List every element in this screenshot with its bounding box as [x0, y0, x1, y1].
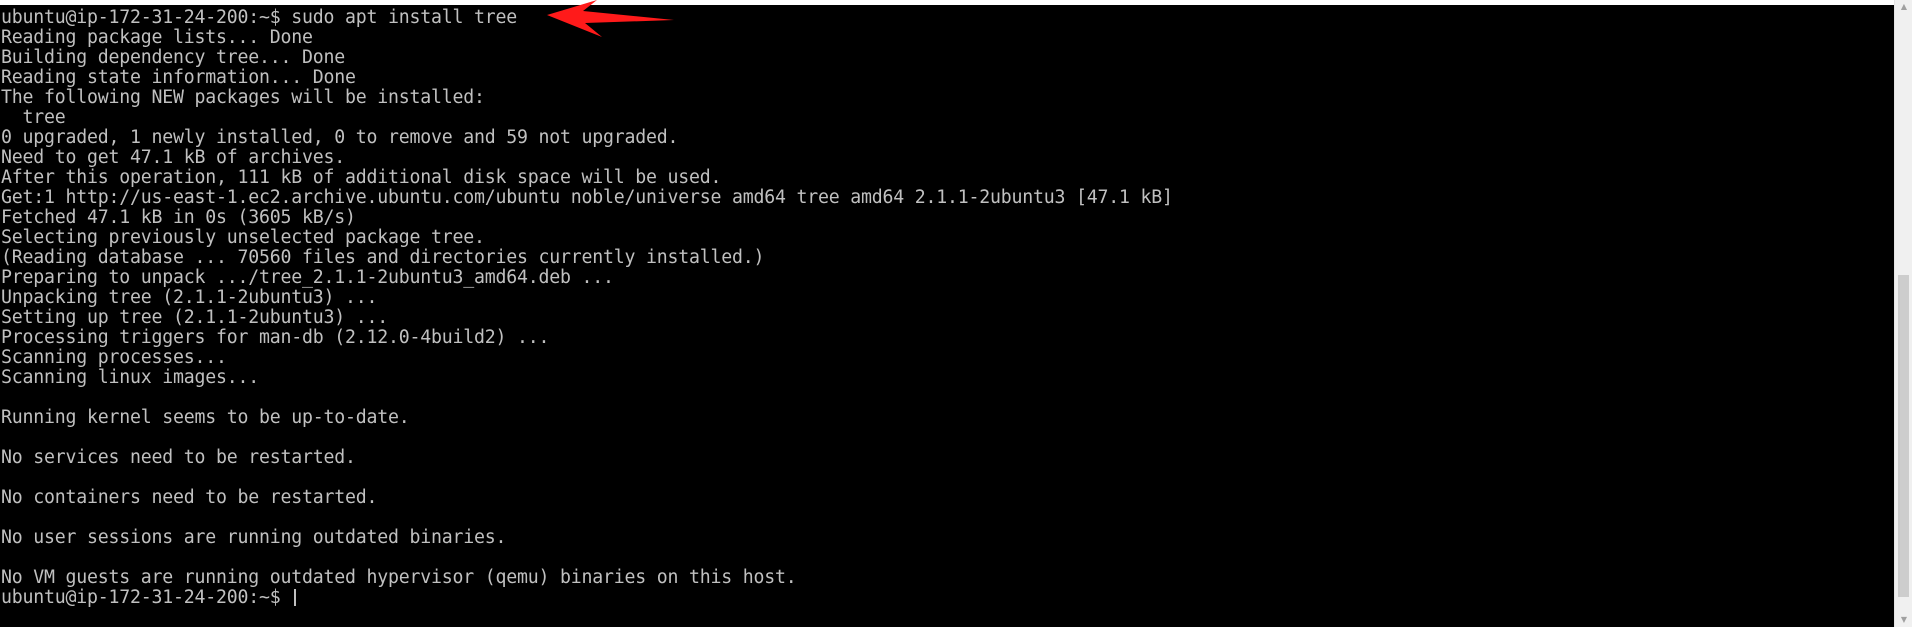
output-line: Get:1 http://us-east-1.ec2.archive.ubunt…	[1, 187, 1173, 208]
text-cursor	[294, 589, 297, 606]
output-line: Processing triggers for man-db (2.12.0-4…	[1, 327, 550, 348]
output-line: tree	[1, 107, 66, 128]
output-line: Reading state information... Done	[1, 67, 356, 88]
output-line: Preparing to unpack .../tree_2.1.1-2ubun…	[1, 267, 614, 288]
terminal-pane[interactable]: ubuntu@ip-172-31-24-200:~$ sudo apt inst…	[0, 5, 1894, 627]
output-line: Setting up tree (2.1.1-2ubuntu3) ...	[1, 307, 388, 328]
scrollbar-thumb[interactable]	[1898, 275, 1909, 597]
scroll-up-arrow-icon[interactable]: ▲	[1895, 0, 1912, 14]
output-line: Reading package lists... Done	[1, 27, 313, 48]
output-line: The following NEW packages will be insta…	[1, 87, 485, 108]
output-line: Unpacking tree (2.1.1-2ubuntu3) ...	[1, 287, 378, 308]
output-line: After this operation, 111 kB of addition…	[1, 167, 722, 188]
command-line: ubuntu@ip-172-31-24-200:~$ sudo apt inst…	[1, 7, 517, 28]
output-line: Scanning linux images...	[1, 367, 259, 388]
output-line: Running kernel seems to be up-to-date.	[1, 407, 410, 428]
output-line: No containers need to be restarted.	[1, 487, 378, 508]
output-line: Need to get 47.1 kB of archives.	[1, 147, 345, 168]
output-line: No services need to be restarted.	[1, 447, 356, 468]
output-line: No VM guests are running outdated hyperv…	[1, 567, 797, 588]
output-line: Selecting previously unselected package …	[1, 227, 485, 248]
output-line: (Reading database ... 70560 files and di…	[1, 247, 765, 268]
prompt-line[interactable]: ubuntu@ip-172-31-24-200:~$	[1, 588, 1173, 608]
output-line: No user sessions are running outdated bi…	[1, 527, 507, 548]
scroll-down-arrow-icon[interactable]: ▼	[1895, 613, 1912, 627]
terminal-output: ubuntu@ip-172-31-24-200:~$ sudo apt inst…	[1, 8, 1173, 608]
terminal-window: ubuntu@ip-172-31-24-200:~$ sudo apt inst…	[0, 0, 1912, 627]
output-line: Building dependency tree... Done	[1, 47, 345, 68]
output-line: Scanning processes...	[1, 347, 227, 368]
output-line: 0 upgraded, 1 newly installed, 0 to remo…	[1, 127, 679, 148]
vertical-scrollbar[interactable]: ▲ ▼	[1894, 0, 1912, 627]
shell-prompt: ubuntu@ip-172-31-24-200:~$	[1, 587, 281, 608]
output-line: Fetched 47.1 kB in 0s (3605 kB/s)	[1, 207, 356, 228]
